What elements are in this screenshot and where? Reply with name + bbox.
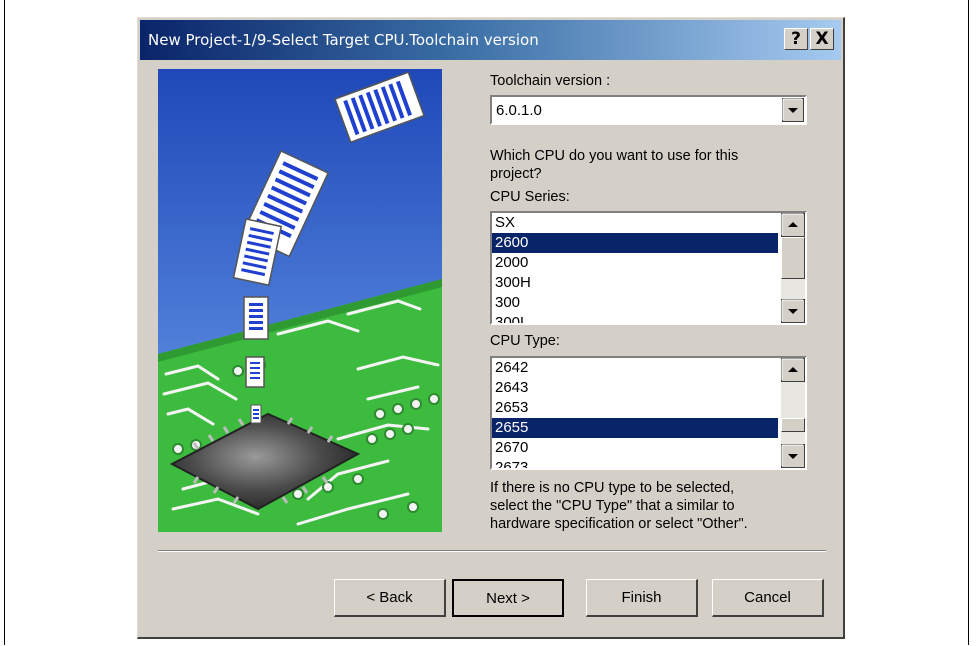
cpu-series-item[interactable]: SX — [492, 213, 778, 233]
scroll-up-icon[interactable] — [781, 358, 805, 382]
scroll-up-icon[interactable] — [781, 213, 805, 237]
cpu-series-item[interactable]: 300L — [492, 313, 778, 323]
cpu-type-label: CPU Type: — [490, 333, 560, 349]
cpu-series-item[interactable]: 300 — [492, 293, 778, 313]
cpu-series-item-selected[interactable]: 2600 — [492, 233, 778, 253]
toolchain-version-label: Toolchain version : — [490, 73, 611, 89]
cpu-type-item-selected[interactable]: 2655 — [492, 418, 778, 438]
cpu-question-line1: Which CPU do you want to use for this — [490, 148, 739, 164]
cpu-type-item[interactable]: 2673 — [492, 458, 778, 468]
back-button[interactable]: < Back — [334, 579, 446, 617]
next-button[interactable]: Next > — [452, 579, 564, 617]
next-button-label: Next > — [486, 589, 530, 607]
cancel-button-label: Cancel — [744, 589, 791, 606]
help-icon: ? — [791, 29, 801, 49]
back-button-label: < Back — [366, 589, 413, 606]
toolchain-version-combobox[interactable]: 6.0.1.0 — [490, 95, 807, 125]
finish-button[interactable]: Finish — [586, 579, 698, 617]
cpu-type-item[interactable]: 2653 — [492, 398, 778, 418]
close-icon: X — [815, 29, 829, 49]
toolchain-version-value: 6.0.1.0 — [496, 102, 542, 119]
cpu-type-listbox[interactable]: 2642 2643 2653 2655 2670 2673 — [490, 356, 807, 470]
cpu-series-scrollbar[interactable] — [781, 213, 805, 323]
cpu-type-scroll-thumb[interactable] — [781, 418, 805, 432]
close-button[interactable]: X — [810, 28, 834, 50]
hint-line: select the "CPU Type" that a similar to — [490, 498, 735, 514]
title-bar: New Project-1/9-Select Target CPU.Toolch… — [140, 20, 841, 60]
cancel-button[interactable]: Cancel — [712, 579, 824, 617]
chevron-down-icon[interactable] — [782, 98, 804, 122]
cpu-type-item[interactable]: 2670 — [492, 438, 778, 458]
cpu-hint-text: If there is no CPU type to be selected, … — [490, 479, 820, 533]
scroll-down-icon[interactable] — [781, 299, 805, 323]
hint-line: hardware specification or select "Other"… — [490, 516, 748, 532]
scroll-down-icon[interactable] — [781, 444, 805, 468]
cpu-series-label: CPU Series: — [490, 189, 570, 205]
cpu-series-item[interactable]: 2000 — [492, 253, 778, 273]
button-separator — [158, 550, 826, 552]
cpu-series-listbox[interactable]: SX 2600 2000 300H 300 300L — [490, 211, 807, 325]
cpu-question-line2: project? — [490, 166, 542, 182]
finish-button-label: Finish — [621, 589, 662, 606]
hint-line: If there is no CPU type to be selected, — [490, 480, 735, 496]
cpu-type-item[interactable]: 2642 — [492, 358, 778, 378]
help-button[interactable]: ? — [784, 28, 808, 50]
dialog-title: New Project-1/9-Select Target CPU.Toolch… — [148, 31, 539, 49]
wizard-illustration — [158, 69, 442, 532]
cpu-series-scroll-thumb[interactable] — [781, 237, 805, 279]
cpu-type-scrollbar[interactable] — [781, 358, 805, 468]
new-project-dialog: New Project-1/9-Select Target CPU.Toolch… — [137, 17, 845, 639]
cpu-series-item[interactable]: 300H — [492, 273, 778, 293]
cpu-type-item[interactable]: 2643 — [492, 378, 778, 398]
